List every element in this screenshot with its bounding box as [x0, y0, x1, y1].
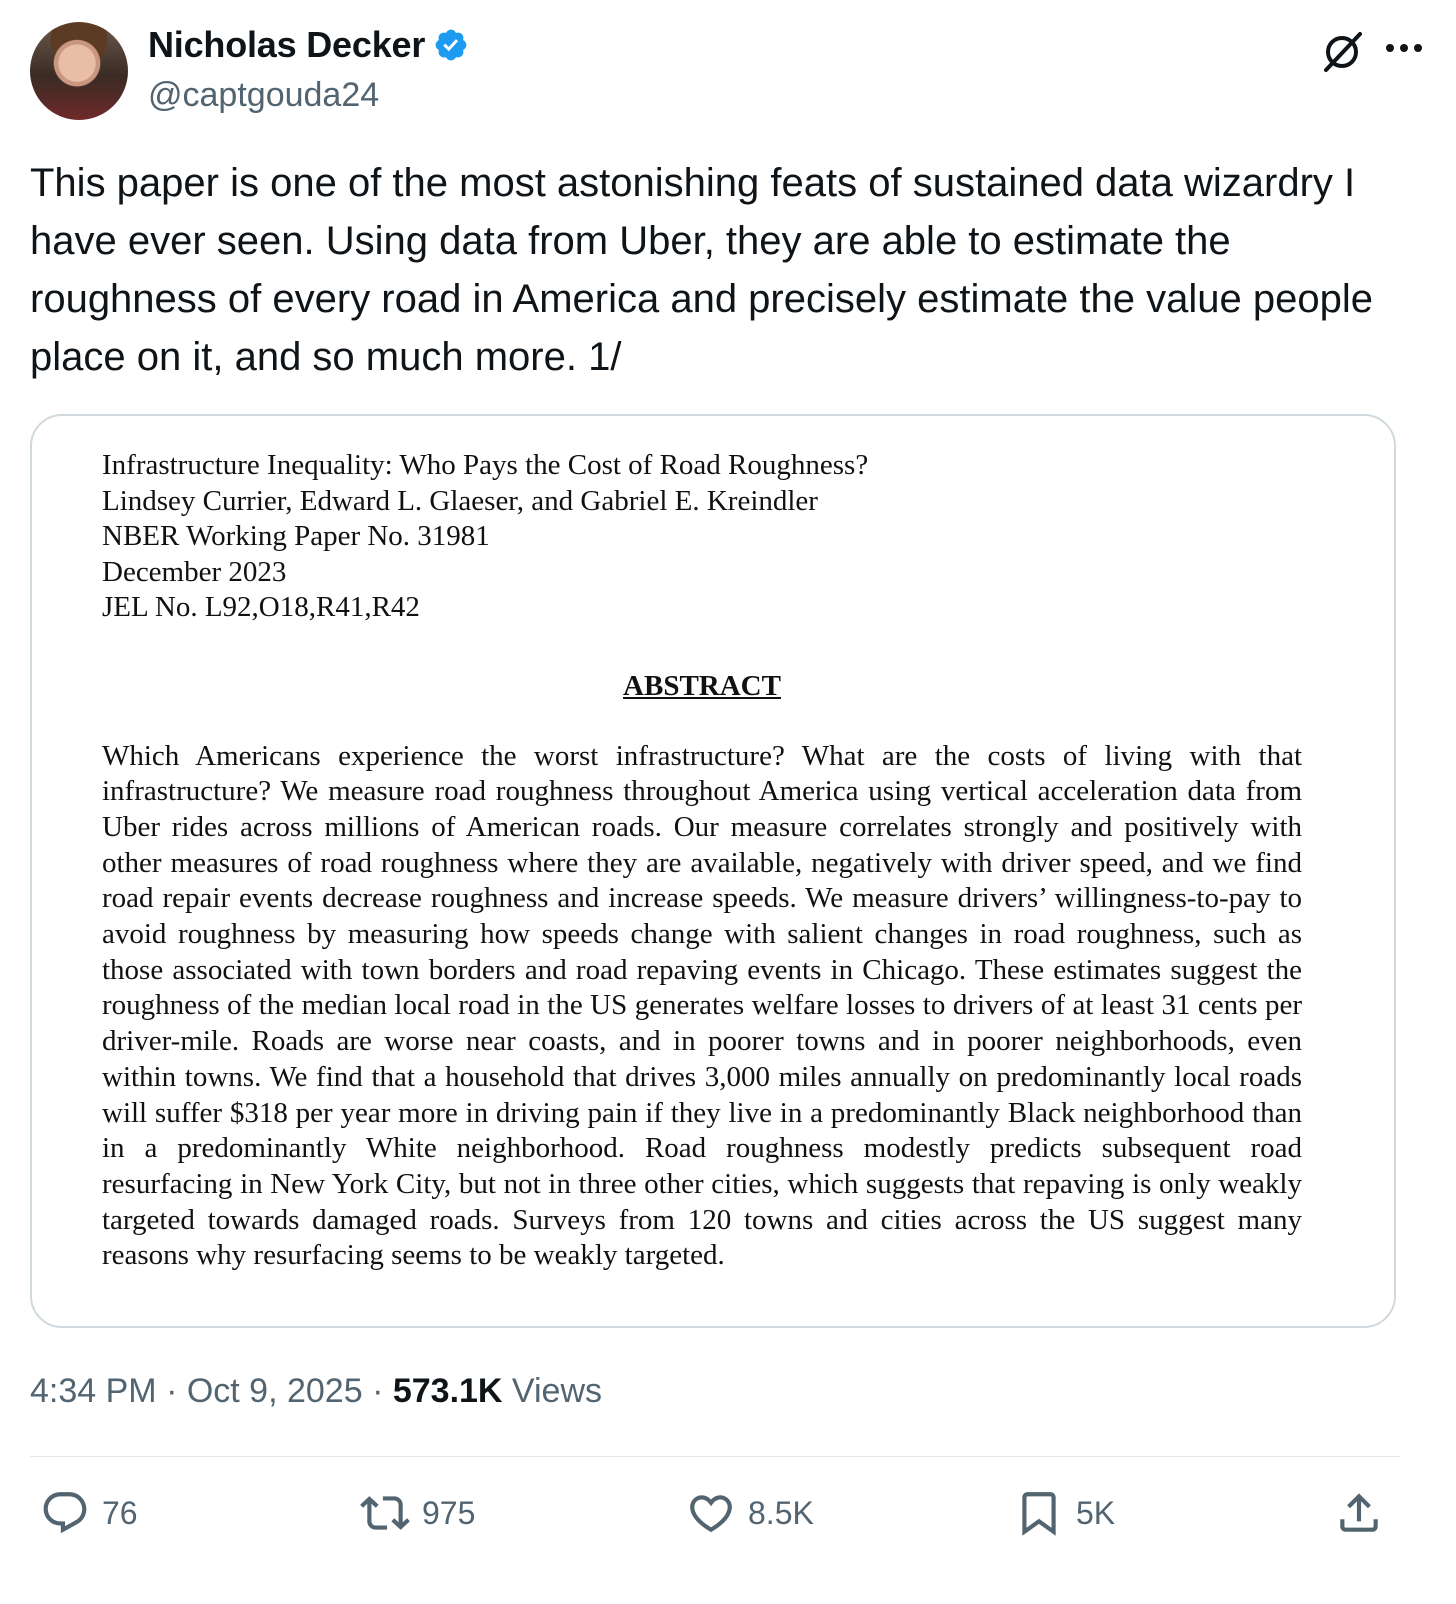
retweet-icon — [360, 1496, 410, 1530]
tweet-meta: 4:34 PM · Oct 9, 2025 · 573.1K Views — [30, 1372, 602, 1411]
share-button[interactable] — [1334, 1488, 1384, 1538]
abstract-heading: ABSTRACT — [623, 669, 781, 702]
views-label: Views — [502, 1372, 603, 1410]
meta-separator: · — [362, 1372, 393, 1410]
retweet-button[interactable]: 975 — [360, 1488, 475, 1538]
paper-jel: JEL No. L92,O18,R41,R42 — [102, 591, 420, 623]
paper-date: December 2023 — [102, 555, 287, 588]
avatar[interactable] — [30, 22, 128, 120]
divider — [30, 1456, 1400, 1457]
author-name[interactable]: Nicholas Decker — [148, 24, 425, 66]
like-count: 8.5K — [748, 1494, 814, 1531]
attached-image[interactable]: Infrastructure Inequality: Who Pays the … — [30, 414, 1396, 1328]
tweet-header: Nicholas Decker @captgouda24 — [30, 22, 1426, 122]
tweet-time[interactable]: 4:34 PM — [30, 1372, 157, 1410]
bookmark-count: 5K — [1076, 1494, 1116, 1531]
grok-icon[interactable] — [1320, 30, 1364, 74]
reply-icon — [43, 1492, 87, 1534]
reply-button[interactable]: 76 — [40, 1488, 138, 1538]
bookmark-icon — [1022, 1492, 1056, 1536]
paper-authors: Lindsey Currier, Edward L. Glaeser, and … — [102, 484, 818, 517]
reply-count: 76 — [102, 1494, 138, 1531]
tweet-text: This paper is one of the most astonishin… — [30, 161, 1373, 379]
bookmark-button[interactable]: 5K — [1014, 1488, 1115, 1538]
heart-icon — [690, 1495, 732, 1533]
paper-excerpt: Infrastructure Inequality: Who Pays the … — [102, 448, 1302, 1274]
abstract-body: Which Americans experience the worst inf… — [102, 739, 1302, 1272]
author-name-row: Nicholas Decker — [148, 24, 469, 66]
meta-separator: · — [156, 1372, 187, 1410]
author-handle[interactable]: @captgouda24 — [148, 76, 379, 115]
share-icon — [1340, 1493, 1378, 1532]
tweet-date[interactable]: Oct 9, 2025 — [187, 1372, 363, 1410]
more-icon[interactable] — [1384, 42, 1424, 54]
paper-series: NBER Working Paper No. 31981 — [102, 520, 490, 552]
verified-badge-icon — [435, 29, 467, 61]
paper-title: Infrastructure Inequality: Who Pays the … — [102, 449, 869, 481]
action-bar: 76 975 8.5K 5K — [30, 1488, 1400, 1552]
like-button[interactable]: 8.5K — [686, 1488, 814, 1538]
views-count[interactable]: 573.1K — [393, 1372, 503, 1410]
retweet-count: 975 — [422, 1494, 476, 1531]
